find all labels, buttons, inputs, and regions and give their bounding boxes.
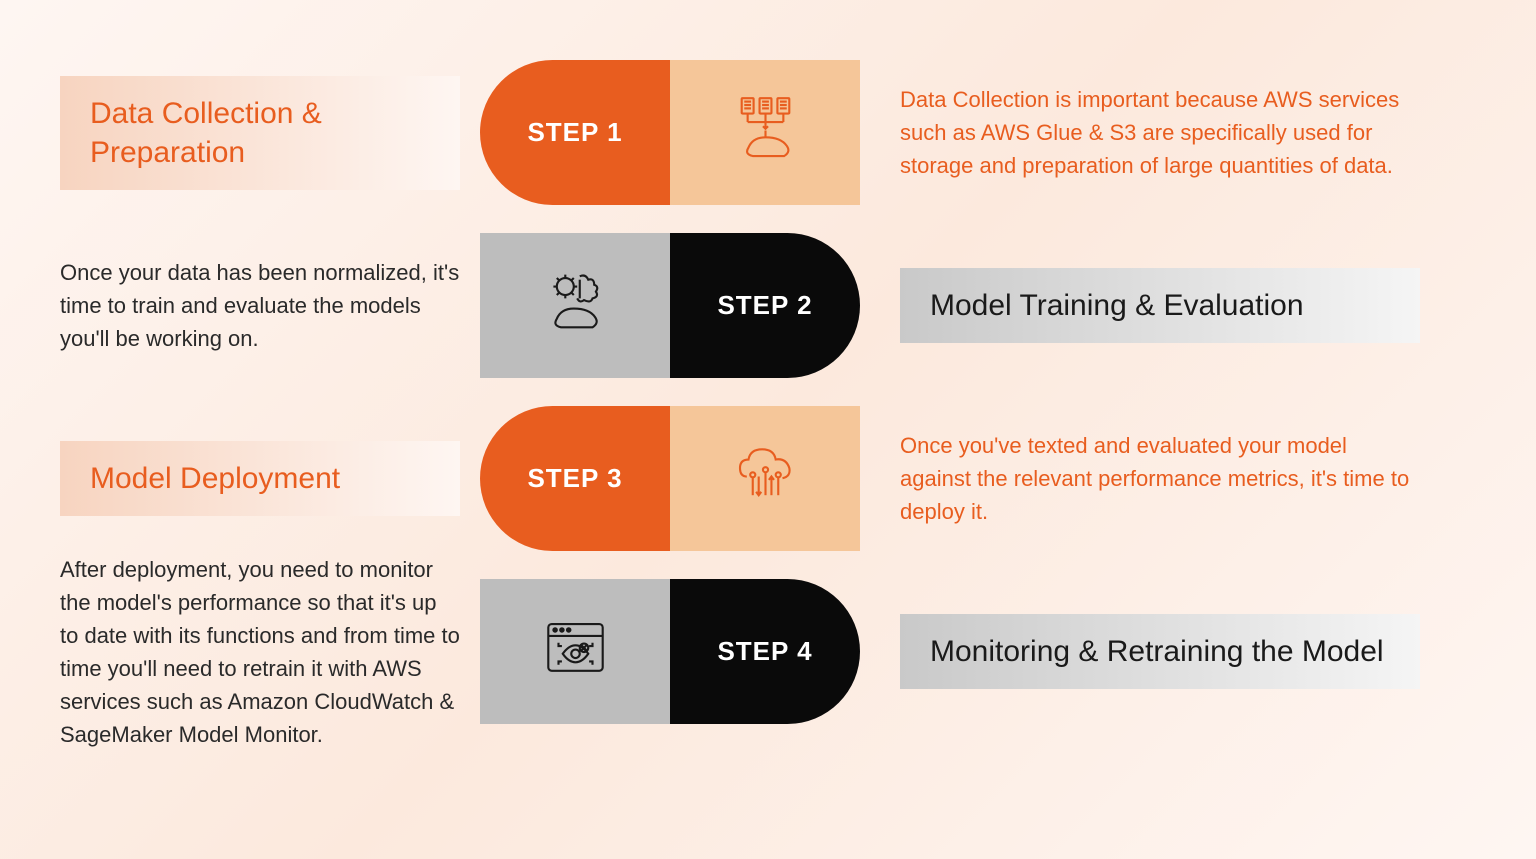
step-2-title: Model Training & Evaluation (900, 268, 1420, 343)
step-row-4: After deployment, you need to monitor th… (60, 579, 1476, 724)
step-1-pill: STEP 1 (480, 60, 860, 205)
step-3-label: STEP 3 (527, 463, 622, 494)
step-2-pill: STEP 2 (480, 233, 860, 378)
step-row-2: Once your data has been normalized, it's… (60, 233, 1476, 378)
step-3-title: Model Deployment (60, 441, 460, 516)
step-4-pill: STEP 4 (480, 579, 860, 724)
data-collection-icon (723, 88, 808, 178)
step-2-label: STEP 2 (717, 290, 812, 321)
monitoring-icon (533, 607, 618, 697)
step-1-label: STEP 1 (527, 117, 622, 148)
step-2-description: Once your data has been normalized, it's… (60, 256, 460, 355)
step-4-title: Monitoring & Retraining the Model (900, 614, 1420, 689)
step-row-1: Data Collection & Preparation STEP 1 (60, 60, 1476, 205)
step-3-pill: STEP 3 (480, 406, 860, 551)
step-row-3: Model Deployment STEP 3 (60, 406, 1476, 551)
step-1-title: Data Collection & Preparation (60, 76, 460, 190)
step-3-description: Once you've texted and evaluated your mo… (900, 429, 1420, 528)
step-1-description: Data Collection is important because AWS… (900, 83, 1420, 182)
step-4-description: After deployment, you need to monitor th… (60, 553, 460, 751)
model-training-icon (533, 261, 618, 351)
cloud-deploy-icon (723, 434, 808, 524)
diagram-container: Data Collection & Preparation STEP 1 (0, 0, 1536, 859)
step-4-label: STEP 4 (717, 636, 812, 667)
